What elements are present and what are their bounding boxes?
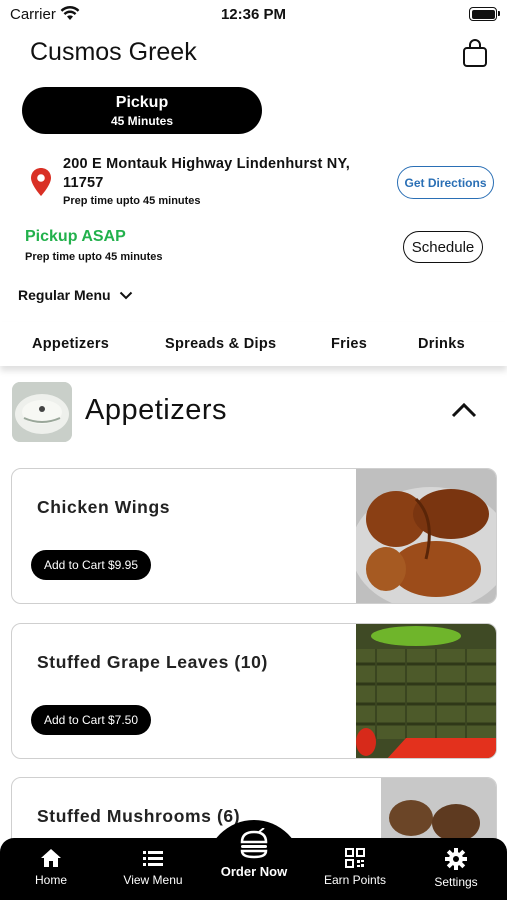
- prep-time: Prep time upto 45 minutes: [63, 195, 201, 207]
- restaurant-title: Cusmos Greek: [30, 38, 197, 66]
- menu-dropdown-value: Regular Menu: [18, 287, 111, 303]
- shopping-bag-icon[interactable]: [461, 38, 489, 68]
- nav-home-label: Home: [34, 873, 67, 887]
- nav-view-menu[interactable]: View Menu: [108, 848, 198, 887]
- get-directions-button[interactable]: Get Directions: [397, 166, 494, 199]
- nav-view-menu-label: View Menu: [123, 873, 183, 887]
- burger-icon: [240, 828, 268, 859]
- tab-spreads-dips[interactable]: Spreads & Dips: [165, 336, 276, 352]
- menu-item-photo: [351, 469, 496, 603]
- menu-item-photo: [356, 624, 496, 758]
- status-bar: Carrier 12:36 PM: [0, 0, 507, 30]
- menu-item-card[interactable]: Stuffed Grape Leaves (10) Add to Cart $7…: [11, 623, 497, 759]
- nav-earn-points-label: Earn Points: [323, 873, 387, 887]
- asap-prep-time: Prep time upto 45 minutes: [25, 251, 163, 263]
- tab-appetizers[interactable]: Appetizers: [32, 336, 109, 352]
- pickup-duration: 45 Minutes: [110, 114, 173, 128]
- pickup-toggle[interactable]: Pickup 45 Minutes: [22, 87, 262, 134]
- menu-item-name: Stuffed Mushrooms (6): [37, 806, 241, 826]
- tab-drinks[interactable]: Drinks: [418, 336, 465, 352]
- nav-settings[interactable]: Settings: [411, 848, 501, 889]
- clock: 12:36 PM: [220, 6, 287, 23]
- list-icon: [143, 851, 163, 866]
- nav-settings-label: Settings: [434, 875, 478, 889]
- nav-order-now-label: Order Now: [220, 864, 288, 879]
- category-tabs: Appetizers Spreads & Dips Fries Drinks: [0, 322, 507, 366]
- nav-home[interactable]: Home: [6, 848, 96, 887]
- chevron-up-icon[interactable]: [451, 402, 477, 423]
- menu-item-card[interactable]: Chicken Wings Add to Cart $9.95: [11, 468, 497, 604]
- menu-item-name: Chicken Wings: [37, 497, 171, 517]
- nav-order-now[interactable]: Order Now: [206, 828, 302, 879]
- nav-earn-points[interactable]: Earn Points: [310, 848, 400, 887]
- location-pin-icon: [30, 167, 52, 197]
- tab-fries[interactable]: Fries: [331, 336, 367, 352]
- menu-item-name: Stuffed Grape Leaves (10): [37, 652, 268, 672]
- home-icon: [41, 849, 61, 867]
- qr-code-icon: [345, 848, 365, 868]
- section-title: Appetizers: [85, 394, 228, 426]
- menu-dropdown[interactable]: Regular Menu: [18, 287, 133, 303]
- section-thumbnail: [12, 382, 72, 442]
- pickup-label: Pickup: [115, 94, 169, 111]
- store-address: 200 E Montauk Highway Lindenhurst NY, 11…: [63, 156, 350, 191]
- add-to-cart-button[interactable]: Add to Cart $7.50: [31, 705, 151, 735]
- schedule-button[interactable]: Schedule: [403, 231, 483, 263]
- gear-icon: [445, 848, 467, 870]
- pickup-asap-label: Pickup ASAP: [25, 228, 126, 245]
- add-to-cart-button[interactable]: Add to Cart $9.95: [31, 550, 151, 580]
- chevron-down-icon: [119, 287, 133, 303]
- battery-icon: [469, 7, 500, 21]
